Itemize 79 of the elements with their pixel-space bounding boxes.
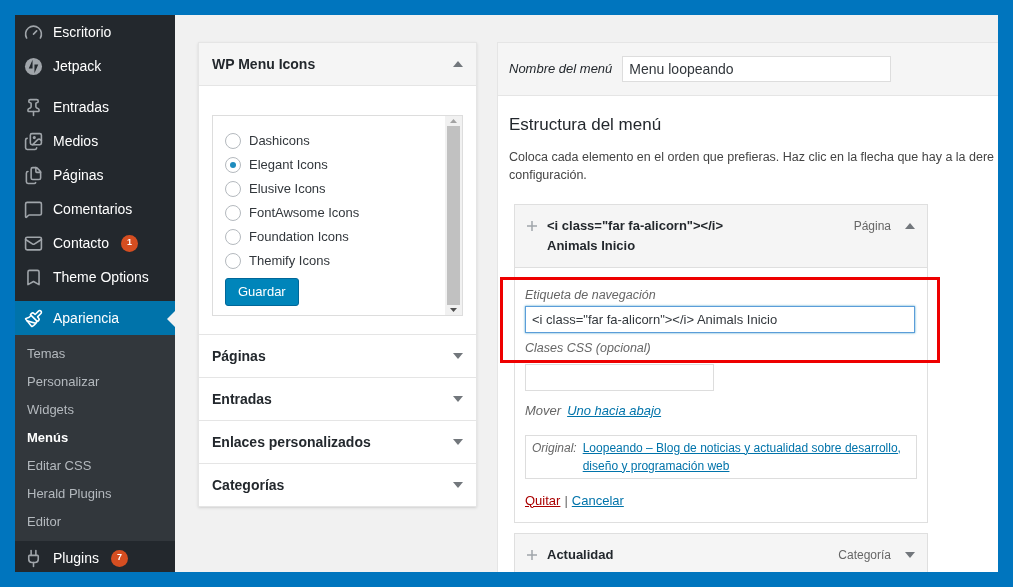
sidebar-item[interactable]: Plugins 7 [15, 541, 175, 572]
description-text: configuración. [509, 166, 588, 184]
submenu-item[interactable]: Herald Plugins [15, 480, 175, 508]
cancel-link[interactable]: Cancelar [571, 490, 624, 510]
navigation-label-field[interactable]: <i class="far fa-alicorn"></i> Animals Inicio [525, 306, 915, 334]
paintbrush-icon [24, 308, 43, 328]
menu-name-field[interactable]: Menu loopeando [622, 56, 892, 82]
accordion-title[interactable]: Entradas [212, 388, 272, 410]
sidebar-item[interactable]: Theme Options [15, 260, 175, 294]
menu-name-label: Nombre del menú [509, 60, 613, 79]
item-type: Categoría [838, 547, 891, 564]
section-heading: Estructura del menú [509, 114, 663, 136]
sidebar-item[interactable]: Entradas [15, 90, 175, 124]
envelope-icon [24, 233, 43, 253]
submenu-item[interactable]: Menús [15, 424, 175, 452]
panel-title: WP Menu Icons [212, 54, 316, 74]
sidebar-item[interactable]: Comentarios [15, 192, 175, 226]
menu-item-title: Animals Inicio [547, 236, 637, 255]
expand-arrow-icon[interactable] [453, 482, 463, 488]
radio-button[interactable] [225, 133, 241, 149]
scroll-up-icon[interactable] [450, 119, 457, 123]
submenu-item[interactable]: Widgets [15, 396, 175, 424]
plus-icon[interactable] [527, 220, 537, 231]
bookmark-icon [24, 267, 43, 287]
description-text: Coloca cada elemento en el orden que prefieras. Haz clic en la flecha que hay a la dere [509, 148, 996, 166]
accordion-title[interactable]: Categorías [212, 474, 285, 496]
menu-item-title: <i class="far fa-alicorn"></i> [547, 216, 723, 235]
plus-icon[interactable] [527, 550, 537, 560]
field-label: Etiqueta de navegación [525, 286, 657, 304]
accordion-title[interactable]: Enlaces personalizados [212, 431, 371, 453]
accordion-title[interactable]: Páginas [212, 345, 266, 367]
expand-arrow-icon[interactable] [453, 439, 463, 445]
expand-arrow-icon[interactable] [453, 396, 463, 402]
radio-label: Elegant Icons [249, 156, 328, 175]
link-separator: | [564, 491, 568, 510]
pin-icon [24, 97, 43, 117]
radio-button[interactable] [225, 253, 241, 269]
radio-label: Themify Icons [249, 252, 330, 271]
radio-button[interactable] [225, 205, 241, 221]
submenu-item[interactable]: Personalizar [15, 368, 175, 396]
save-button[interactable]: Guardar [225, 278, 299, 306]
submenu-item[interactable]: Editar CSS [15, 452, 175, 480]
sidebar-item[interactable]: Jetpack [15, 49, 175, 83]
pages-icon [24, 165, 43, 185]
scrollbar[interactable] [445, 116, 462, 315]
collapse-arrow-icon[interactable] [905, 222, 915, 229]
count-badge: 1 [121, 234, 139, 252]
move-down-link[interactable]: Uno hacia abajo [567, 401, 662, 421]
sidebar-item[interactable]: Páginas [15, 158, 175, 192]
radio-button[interactable] [225, 181, 241, 197]
sidebar-item[interactable]: Medios [15, 124, 175, 158]
expand-arrow-icon[interactable] [453, 353, 463, 359]
radio-label: Dashicons [249, 132, 310, 151]
submenu-item[interactable]: Temas [15, 340, 175, 368]
move-label: Mover [525, 402, 562, 420]
remove-link[interactable]: Quitar [525, 490, 561, 510]
radio-button[interactable] [225, 157, 241, 173]
speech-bubble-icon [24, 199, 43, 219]
sidebar-item[interactable]: Contacto 1 [15, 226, 175, 260]
radio-label: Elusive Icons [249, 180, 326, 199]
collapse-arrow-icon[interactable] [453, 61, 463, 67]
css-classes-field[interactable] [525, 364, 714, 391]
menu-item-title: Actualidad [547, 546, 614, 564]
submenu-item[interactable]: Editor [15, 508, 175, 536]
expand-arrow-icon[interactable] [905, 552, 915, 558]
radio-label: Foundation Icons [249, 228, 349, 247]
scroll-down-icon[interactable] [450, 308, 457, 312]
sidebar-item[interactable]: Apariencia [15, 301, 175, 335]
sidebar-item[interactable]: Escritorio [15, 15, 175, 49]
radio-label: FontAwsome Icons [249, 204, 360, 223]
radio-button[interactable] [225, 229, 241, 245]
original-label: Original: [532, 439, 577, 457]
original-link[interactable]: Loopeando – Blog de noticias y actualidad sobre desarrollo, diseño y programación web [582, 438, 910, 475]
field-label: Clases CSS (opcional) [525, 340, 652, 358]
count-badge: 7 [110, 549, 128, 567]
gauge-icon [24, 22, 43, 42]
images-icon [24, 131, 43, 151]
lightning-circle-icon [24, 56, 43, 76]
item-type: Página [853, 217, 891, 235]
